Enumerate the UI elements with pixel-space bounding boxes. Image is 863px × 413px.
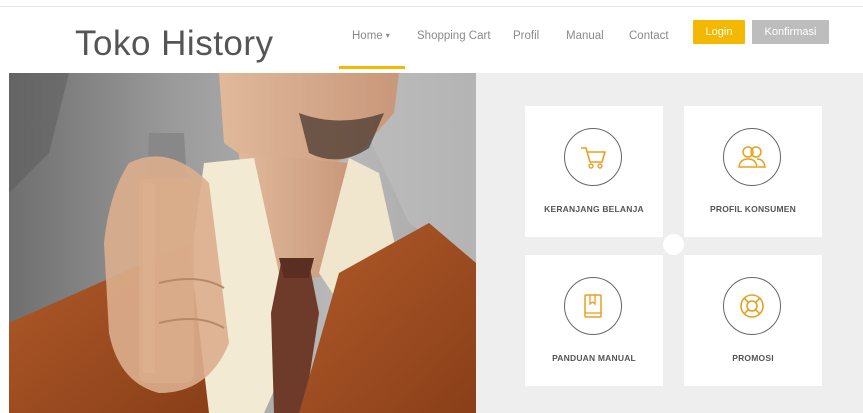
center-dot-decoration bbox=[663, 234, 684, 255]
hero-image bbox=[9, 73, 476, 413]
tile-icon-circle bbox=[723, 128, 781, 186]
tile-panduan-manual[interactable]: PANDUAN MANUAL bbox=[525, 255, 663, 386]
tile-icon-circle bbox=[564, 128, 622, 186]
hero-illustration bbox=[9, 73, 476, 413]
book-icon bbox=[584, 294, 602, 318]
top-divider bbox=[0, 6, 863, 7]
nav-shopping-cart[interactable]: Shopping Cart bbox=[417, 30, 491, 42]
tile-label: PROMOSI bbox=[732, 353, 774, 363]
site-brand[interactable]: Toko History bbox=[75, 24, 274, 64]
tile-profil-konsumen[interactable]: PROFIL KONSUMEN bbox=[684, 106, 822, 237]
nav-contact[interactable]: Contact bbox=[629, 30, 669, 42]
nav-manual[interactable]: Manual bbox=[566, 30, 604, 42]
nav-home-label: Home bbox=[352, 30, 383, 42]
login-button[interactable]: Login bbox=[693, 20, 745, 44]
tile-keranjang-belanja[interactable]: KERANJANG BELANJA bbox=[525, 106, 663, 237]
nav-home[interactable]: Home ▾ bbox=[352, 30, 390, 42]
tile-label: PANDUAN MANUAL bbox=[552, 353, 636, 363]
users-icon bbox=[738, 146, 766, 168]
menu-panel: KERANJANG BELANJA PROFIL KONSUMEN PANDUA… bbox=[476, 73, 863, 413]
konfirmasi-button[interactable]: Konfirmasi bbox=[752, 20, 829, 44]
nav-active-indicator bbox=[339, 66, 405, 69]
tile-label: KERANJANG BELANJA bbox=[544, 204, 644, 214]
nav-profil[interactable]: Profil bbox=[513, 30, 539, 42]
chevron-down-icon: ▾ bbox=[385, 31, 390, 41]
shopping-cart-icon bbox=[581, 147, 606, 169]
tile-promosi[interactable]: PROMOSI bbox=[684, 255, 822, 386]
lifebuoy-icon bbox=[740, 294, 764, 318]
tile-icon-circle bbox=[723, 277, 781, 335]
tile-icon-circle bbox=[564, 277, 622, 335]
tile-label: PROFIL KONSUMEN bbox=[710, 204, 796, 214]
